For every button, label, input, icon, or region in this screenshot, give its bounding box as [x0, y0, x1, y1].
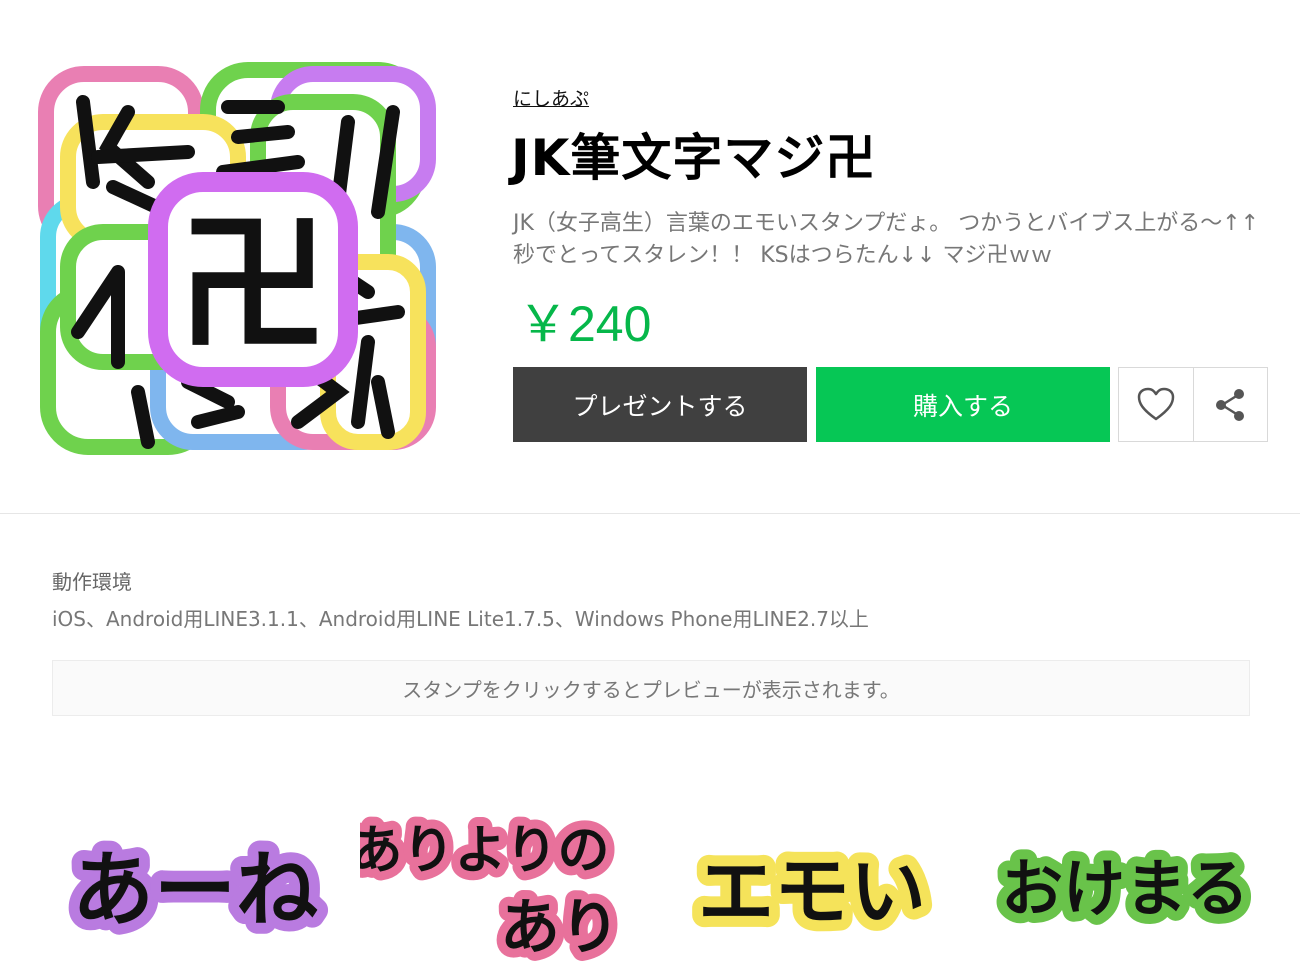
- environment-value: iOS、Android用LINE3.1.1、Android用LINE Lite1…: [52, 607, 869, 631]
- gift-button-label: プレゼントする: [572, 391, 748, 421]
- heart-icon: [1137, 387, 1174, 420]
- sticker-text: あーね: [72, 842, 318, 938]
- favorite-button[interactable]: [1119, 368, 1193, 441]
- product-cover: 卍: [38, 62, 438, 462]
- section-divider: [0, 513, 1300, 514]
- buy-button-label: 購入する: [912, 391, 1013, 421]
- author-link[interactable]: にしあぷ: [513, 84, 589, 111]
- page-title: JK筆文字マジ卍: [511, 129, 877, 187]
- sticker-item[interactable]: あーね: [55, 790, 335, 975]
- sticker-text: ありよりの: [360, 820, 609, 881]
- share-icon: [1216, 388, 1245, 421]
- preview-notice-text: スタンプをクリックするとプレビューが表示されます。: [402, 677, 900, 702]
- environment-label: 動作環境: [52, 570, 132, 594]
- share-button[interactable]: [1192, 368, 1268, 441]
- sticker-item[interactable]: エモい: [672, 790, 952, 975]
- sticker-text: おけまる: [1001, 852, 1249, 925]
- gift-button[interactable]: プレゼントする: [513, 367, 807, 442]
- preview-notice: スタンプをクリックするとプレビューが表示されます。: [52, 660, 1250, 716]
- sticker-text: あり: [500, 893, 620, 963]
- price: ￥240: [518, 296, 652, 352]
- sticker-item[interactable]: ありよりの あり: [360, 790, 640, 975]
- sticker-item[interactable]: おけまる: [985, 790, 1265, 975]
- cover-glyph: 卍: [178, 199, 328, 373]
- icon-actions: [1118, 367, 1268, 442]
- sticker-text: エモい: [698, 847, 926, 936]
- buy-button[interactable]: 購入する: [816, 367, 1110, 442]
- product-description: JK（女子高生）言葉のエモいスタンプだょ。 つかうとバイブス上がる〜↑↑ 秒でと…: [513, 211, 1260, 268]
